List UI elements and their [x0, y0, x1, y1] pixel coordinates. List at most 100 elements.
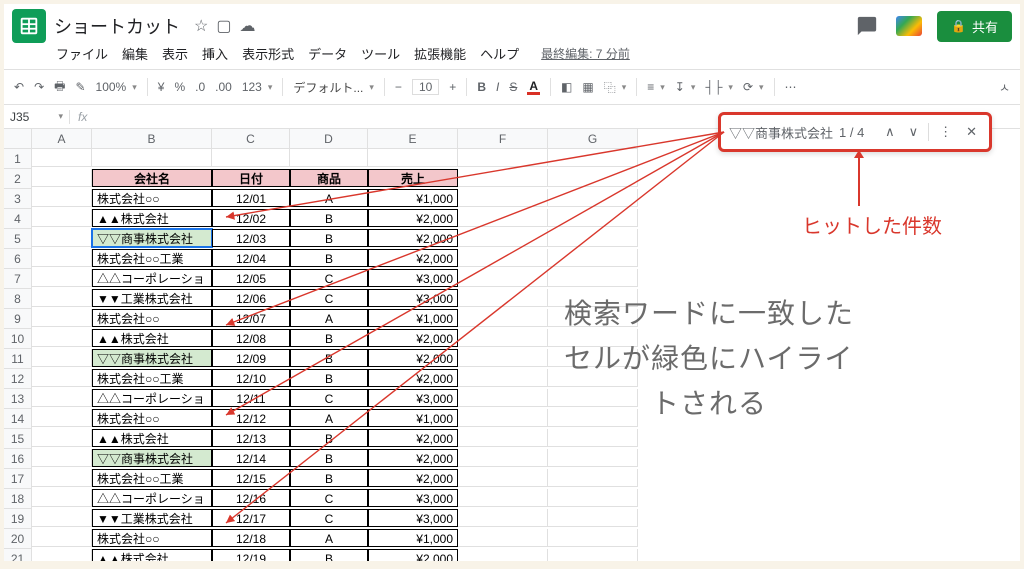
cell-date[interactable]: 12/08 [212, 329, 290, 347]
cell-company[interactable]: ▽▽商事株式会社 [92, 449, 212, 467]
cell[interactable] [32, 229, 92, 247]
col-header[interactable]: C [212, 129, 290, 149]
col-header[interactable]: B [92, 129, 212, 149]
cell[interactable] [458, 389, 548, 407]
table-header-product[interactable]: 商品 [290, 169, 368, 187]
row-header[interactable]: 19 [4, 509, 32, 529]
cell-sales[interactable]: ¥2,000 [368, 449, 458, 467]
cell-date[interactable]: 12/05 [212, 269, 290, 287]
cell-date[interactable]: 12/18 [212, 529, 290, 547]
cell[interactable] [548, 529, 638, 547]
cell[interactable] [458, 529, 548, 547]
cell-company[interactable]: ▽▽商事株式会社 [92, 229, 212, 247]
find-input[interactable]: ▽▽商事株式会社 [729, 123, 833, 142]
cell-product[interactable]: C [290, 509, 368, 527]
menu-format[interactable]: 表示形式 [242, 44, 294, 63]
cell-company[interactable]: ▲▲株式会社 [92, 429, 212, 447]
bold-button[interactable]: B [477, 80, 486, 94]
row-header[interactable]: 14 [4, 409, 32, 429]
cell-company[interactable]: 株式会社○○ [92, 529, 212, 547]
cell-date[interactable]: 12/11 [212, 389, 290, 407]
cell-sales[interactable]: ¥2,000 [368, 249, 458, 267]
row-header[interactable]: 5 [4, 229, 32, 249]
cell[interactable] [32, 309, 92, 327]
cell[interactable] [458, 449, 548, 467]
select-all-corner[interactable] [4, 129, 32, 149]
cell[interactable] [212, 149, 290, 167]
cell-product[interactable]: C [290, 389, 368, 407]
cell-date[interactable]: 12/15 [212, 469, 290, 487]
sheets-app-icon[interactable] [12, 9, 46, 43]
cell[interactable] [32, 549, 92, 561]
cell-product[interactable]: B [290, 369, 368, 387]
cell-date[interactable]: 12/07 [212, 309, 290, 327]
cell[interactable] [32, 349, 92, 367]
fontsize-increase[interactable]: + [449, 80, 456, 94]
wrap-button[interactable]: ┤├ [705, 80, 722, 94]
italic-button[interactable]: I [496, 80, 499, 94]
find-close-icon[interactable]: ✕ [962, 124, 981, 140]
fontsize-decrease[interactable]: − [395, 80, 402, 94]
cell-sales[interactable]: ¥2,000 [368, 369, 458, 387]
col-header[interactable]: F [458, 129, 548, 149]
cell[interactable] [32, 329, 92, 347]
cloud-status-icon[interactable]: ☁ [239, 16, 255, 36]
row-header[interactable]: 20 [4, 529, 32, 549]
cell-product[interactable]: A [290, 189, 368, 207]
cell[interactable] [32, 409, 92, 427]
cell[interactable] [32, 489, 92, 507]
cell-product[interactable]: B [290, 469, 368, 487]
cell[interactable] [458, 269, 548, 287]
cell-company[interactable]: ▼▼工業株式会社 [92, 289, 212, 307]
cell-sales[interactable]: ¥3,000 [368, 389, 458, 407]
cell[interactable] [458, 309, 548, 327]
col-header[interactable]: A [32, 129, 92, 149]
cell-date[interactable]: 12/17 [212, 509, 290, 527]
menu-extensions[interactable]: 拡張機能 [414, 44, 466, 63]
cell[interactable] [32, 249, 92, 267]
cell[interactable] [548, 269, 638, 287]
halign-button[interactable]: ≡ [647, 80, 654, 94]
cell[interactable] [32, 509, 92, 527]
cell[interactable] [548, 169, 638, 187]
cell-date[interactable]: 12/04 [212, 249, 290, 267]
cell-product[interactable]: B [290, 329, 368, 347]
cell-date[interactable]: 12/03 [212, 229, 290, 247]
cell-product[interactable]: B [290, 349, 368, 367]
cell-sales[interactable]: ¥3,000 [368, 269, 458, 287]
menu-file[interactable]: ファイル [56, 44, 108, 63]
cell-sales[interactable]: ¥3,000 [368, 509, 458, 527]
cell-date[interactable]: 12/19 [212, 549, 290, 561]
row-header[interactable]: 2 [4, 169, 32, 189]
cell-date[interactable]: 12/02 [212, 209, 290, 227]
cell-date[interactable]: 12/16 [212, 489, 290, 507]
row-header[interactable]: 13 [4, 389, 32, 409]
cell[interactable] [548, 189, 638, 207]
cell-company[interactable]: △△コーポレーション [92, 269, 212, 287]
cell-sales[interactable]: ¥2,000 [368, 549, 458, 561]
cell[interactable] [32, 529, 92, 547]
undo-icon[interactable]: ↶ [14, 80, 24, 94]
cell-product[interactable]: C [290, 269, 368, 287]
find-prev-icon[interactable]: ∧ [881, 124, 899, 140]
meet-icon[interactable] [895, 12, 923, 40]
toolbar-more-icon[interactable]: ⋯ [785, 80, 797, 94]
row-header[interactable]: 6 [4, 249, 32, 269]
cell[interactable] [458, 169, 548, 187]
cell-company[interactable]: ▲▲株式会社 [92, 329, 212, 347]
row-header[interactable]: 16 [4, 449, 32, 469]
menu-edit[interactable]: 編集 [122, 44, 148, 63]
table-header-company[interactable]: 会社名 [92, 169, 212, 187]
cell[interactable] [458, 149, 548, 167]
cell-company[interactable]: 株式会社○○工業 [92, 249, 212, 267]
cell[interactable] [458, 349, 548, 367]
cell-product[interactable]: C [290, 489, 368, 507]
cell-sales[interactable]: ¥1,000 [368, 189, 458, 207]
format-123-button[interactable]: 123 [242, 80, 262, 94]
paint-format-icon[interactable]: ✎ [75, 80, 85, 94]
cell-product[interactable]: B [290, 229, 368, 247]
cell-company[interactable]: 株式会社○○工業 [92, 369, 212, 387]
cell-company[interactable]: 株式会社○○ [92, 189, 212, 207]
cell[interactable] [548, 509, 638, 527]
dec-decrease-button[interactable]: .0 [195, 80, 205, 94]
